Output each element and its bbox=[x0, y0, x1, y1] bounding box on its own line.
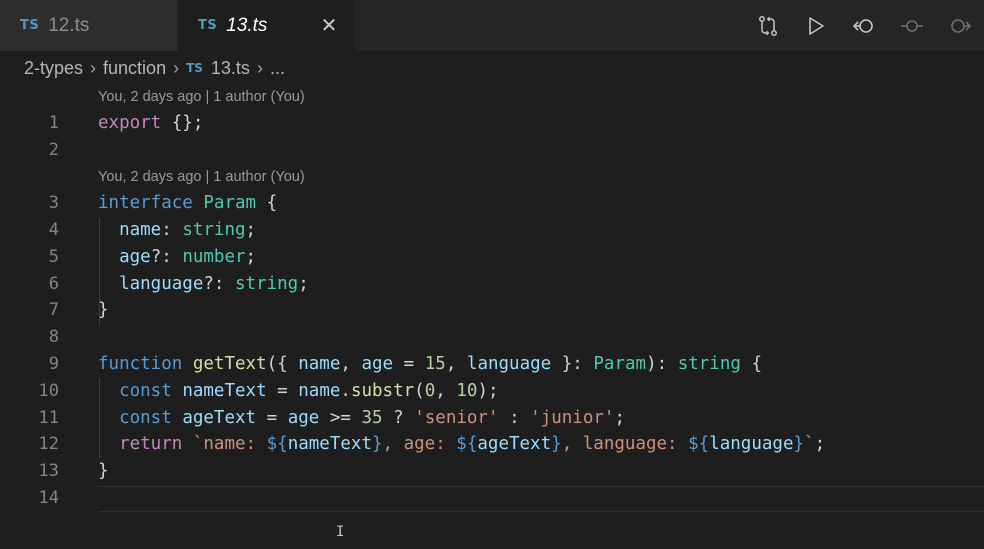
code-text[interactable]: } bbox=[98, 458, 109, 485]
chevron-right-icon: › bbox=[90, 57, 97, 78]
compare-changes-icon[interactable] bbox=[744, 0, 792, 51]
typescript-icon: TS bbox=[198, 18, 218, 33]
line-number: 12 bbox=[38, 434, 59, 454]
tab-bar: TS 12.ts TS 13.ts ✕ bbox=[0, 0, 984, 51]
breadcrumb-item-2-types[interactable]: 2-types bbox=[24, 58, 83, 79]
text-cursor-icon: I bbox=[336, 524, 345, 540]
code-line[interactable]: 4 name: string; bbox=[0, 217, 984, 244]
editor-actions bbox=[744, 0, 984, 51]
commit-icon[interactable] bbox=[888, 0, 936, 51]
code-text[interactable]: interface Param { bbox=[98, 190, 277, 217]
line-number: 3 bbox=[48, 193, 59, 213]
line-number: 9 bbox=[48, 354, 59, 374]
code-text[interactable]: const ageText = age >= 35 ? 'senior' : '… bbox=[98, 405, 625, 432]
code-text[interactable]: return `name: ${nameText}, age: ${ageTex… bbox=[98, 431, 825, 458]
breadcrumb-item-file[interactable]: 13.ts bbox=[211, 58, 250, 79]
line-number: 2 bbox=[48, 140, 59, 160]
code-line[interactable]: 8 bbox=[0, 324, 984, 351]
code-line[interactable]: 1 export {}; bbox=[0, 110, 984, 137]
code-text[interactable]: language?: string; bbox=[98, 271, 309, 298]
codelens-authorship[interactable]: You, 2 days ago | 1 author (You) bbox=[98, 89, 305, 105]
line-number: 11 bbox=[38, 408, 59, 428]
line-number: 6 bbox=[48, 274, 59, 294]
code-text[interactable]: const nameText = name.substr(0, 10); bbox=[98, 378, 498, 405]
code-line[interactable]: 13 } bbox=[0, 458, 984, 485]
go-back-icon[interactable] bbox=[840, 0, 888, 51]
line-number: 4 bbox=[48, 220, 59, 240]
go-forward-icon[interactable] bbox=[936, 0, 984, 51]
line-number: 13 bbox=[38, 461, 59, 481]
code-line[interactable]: 10 const nameText = name.substr(0, 10); bbox=[0, 378, 984, 405]
code-text[interactable]: function getText({ name, age = 15, langu… bbox=[98, 351, 762, 378]
close-icon[interactable]: ✕ bbox=[318, 14, 340, 37]
code-line[interactable]: 12 return `name: ${nameText}, age: ${age… bbox=[0, 431, 984, 458]
tab-label: 13.ts bbox=[226, 14, 268, 36]
typescript-icon: TS bbox=[186, 61, 203, 75]
breadcrumb-item-function[interactable]: function bbox=[103, 58, 166, 79]
run-icon[interactable] bbox=[792, 0, 840, 51]
code-text[interactable]: } bbox=[98, 297, 109, 324]
codelens-authorship[interactable]: You, 2 days ago | 1 author (You) bbox=[98, 169, 305, 185]
code-line[interactable]: 6 language?: string; bbox=[0, 271, 984, 298]
tab-label: 12.ts bbox=[48, 14, 90, 36]
code-text[interactable]: name: string; bbox=[98, 217, 256, 244]
line-number: 10 bbox=[38, 381, 59, 401]
typescript-icon: TS bbox=[20, 18, 40, 33]
code-line[interactable]: 5 age?: number; bbox=[0, 244, 984, 271]
code-line[interactable]: 3 interface Param { bbox=[0, 190, 984, 217]
line-number: 8 bbox=[48, 327, 59, 347]
breadcrumb-item-symbols[interactable]: ... bbox=[270, 58, 285, 79]
breadcrumb: 2-types › function › TS 13.ts › ... bbox=[24, 56, 285, 80]
code-line[interactable]: 11 const ageText = age >= 35 ? 'senior' … bbox=[0, 405, 984, 432]
line-number: 1 bbox=[48, 113, 59, 133]
code-line[interactable]: 14 bbox=[0, 485, 984, 512]
tab-13-ts[interactable]: TS 13.ts ✕ bbox=[178, 0, 354, 51]
chevron-right-icon: › bbox=[256, 57, 263, 78]
code-line[interactable]: 7 } bbox=[0, 297, 984, 324]
chevron-right-icon: › bbox=[173, 57, 180, 78]
line-number: 5 bbox=[48, 247, 59, 267]
code-text[interactable]: export {}; bbox=[98, 110, 203, 137]
line-number: 7 bbox=[48, 300, 59, 320]
code-line[interactable]: 9 function getText({ name, age = 15, lan… bbox=[0, 351, 984, 378]
code-line[interactable]: 2 bbox=[0, 137, 984, 164]
tab-12-ts[interactable]: TS 12.ts bbox=[0, 0, 178, 51]
line-number: 14 bbox=[38, 488, 59, 508]
code-text[interactable]: age?: number; bbox=[98, 244, 256, 271]
